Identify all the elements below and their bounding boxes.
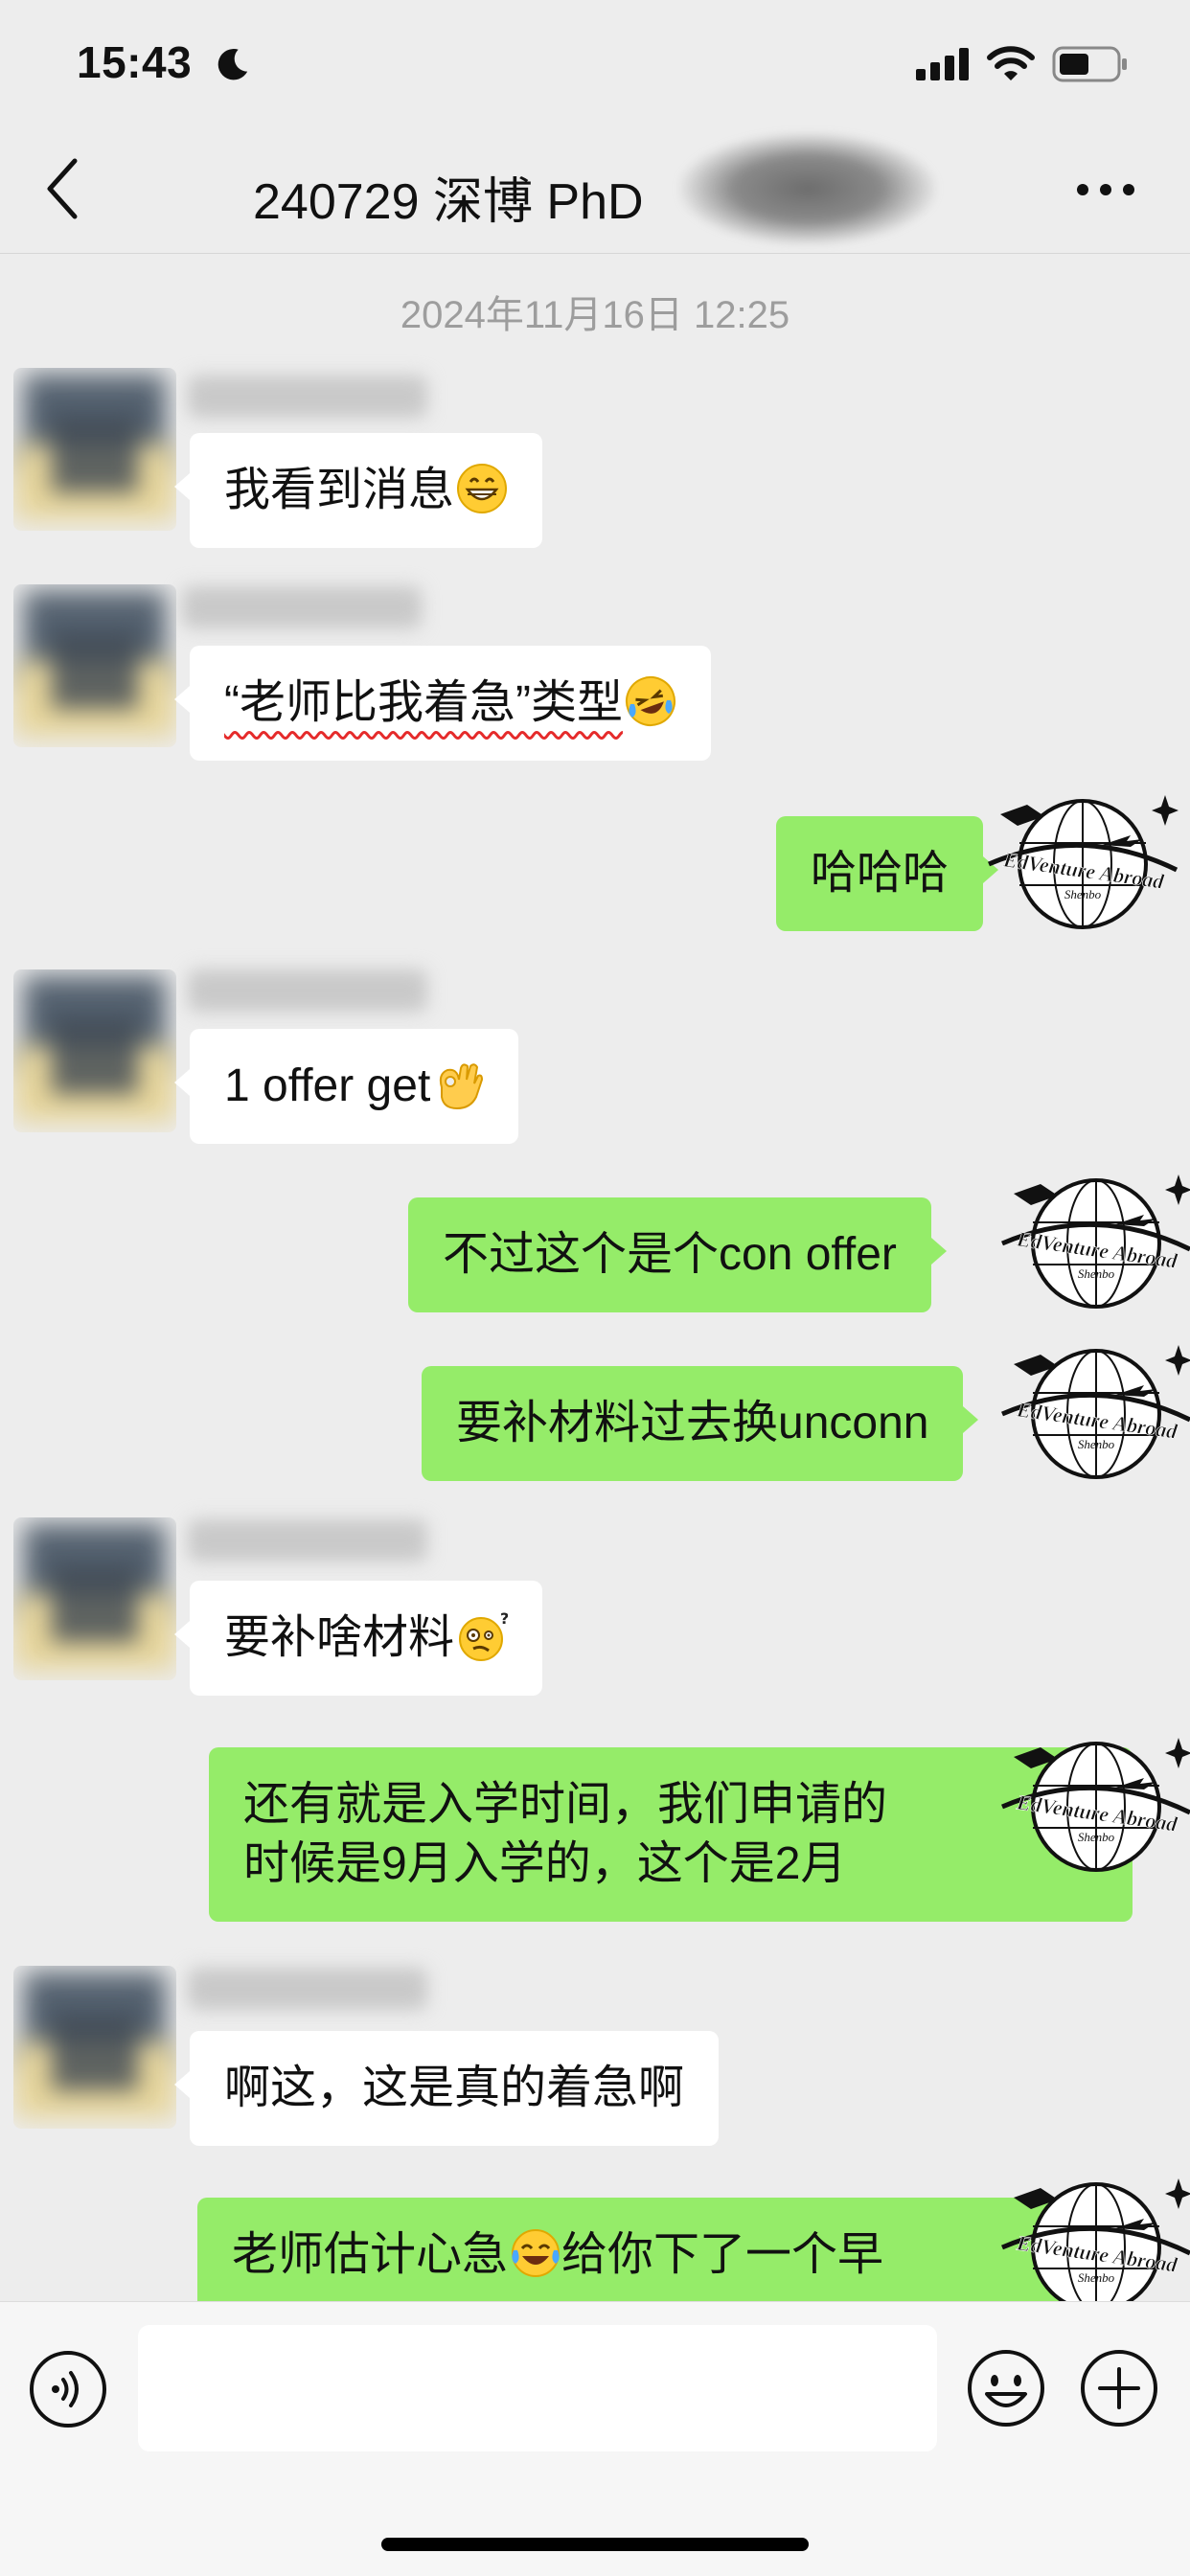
sender-name <box>188 969 427 1012</box>
grinning-face-emoji <box>457 464 508 513</box>
message-bubble[interactable]: 老师估计心急 给你下了一个早 <box>197 2198 1079 2301</box>
ok-hand-emoji <box>440 1063 484 1110</box>
message-text: 还有就是入学时间，我们申请的 <box>243 1779 888 1830</box>
avatar[interactable] <box>13 368 176 531</box>
logo-subtext: Shenbo <box>1078 1266 1115 1281</box>
message-bubble[interactable]: 要补材料过去换unconn <box>422 1366 979 1481</box>
message-text: 给你下了一个早 <box>561 2229 884 2280</box>
avatar[interactable] <box>13 1966 176 2129</box>
edventure-logo-avatar[interactable]: EdVenture Abroad Shenbo <box>1000 2169 1190 2301</box>
logo-subtext: Shenbo <box>1078 1437 1115 1451</box>
message-text: 时候是9月入学的，这个是2月 <box>243 1838 847 1889</box>
status-bar: 15:43 <box>0 0 1190 125</box>
message-text: 1 offer get <box>224 1060 431 1111</box>
message-bubble[interactable]: 1 offer get <box>173 1029 519 1144</box>
crying-laughing-face-emoji <box>625 676 675 726</box>
input-bar <box>0 2301 1190 2576</box>
message-text: 我看到消息 <box>224 465 455 515</box>
logo-subtext: Shenbo <box>1064 887 1102 901</box>
logo-subtext: Shenbo <box>1078 2270 1115 2285</box>
tears-of-joy-emoji <box>512 2229 561 2277</box>
edventure-logo-avatar[interactable]: EdVenture Abroad Shenbo <box>987 786 1179 939</box>
home-indicator <box>381 2538 809 2551</box>
wifi-icon <box>987 46 1035 80</box>
message-bubble[interactable]: 不过这个是个con offer <box>408 1197 947 1312</box>
confused-face-emoji: ? <box>459 1610 508 1661</box>
message-text: 啊这，这是真的着急啊 <box>224 2063 685 2113</box>
message-timestamp: 2024年11月16日 12:25 <box>400 294 790 336</box>
sender-name <box>188 1519 427 1562</box>
svg-text:?: ? <box>500 1610 508 1628</box>
message-text: “老师比我着急”类型 <box>224 677 623 728</box>
title-redaction <box>678 132 937 245</box>
status-time: 15:43 <box>77 37 193 87</box>
message-bubble[interactable]: 要补啥材料 ? <box>173 1581 543 1696</box>
avatar[interactable] <box>13 1517 176 1680</box>
message-text: 哈哈哈 <box>811 848 950 899</box>
avatar[interactable] <box>13 584 176 747</box>
message-bubble[interactable]: 我看到消息 <box>173 433 543 548</box>
plus-icon[interactable] <box>1079 2348 1159 2428</box>
message-input[interactable] <box>138 2325 937 2451</box>
more-icon[interactable] <box>1075 180 1136 199</box>
message-bubble[interactable]: 啊这，这是真的着急啊 <box>173 2031 720 2146</box>
sender-name <box>188 376 427 418</box>
avatar[interactable] <box>13 969 176 1132</box>
message-bubble[interactable]: 还有就是入学时间，我们申请的 时候是9月入学的，这个是2月 <box>209 1747 1148 1922</box>
emoji-icon[interactable] <box>966 2348 1046 2428</box>
edventure-logo-avatar[interactable]: EdVenture Abroad Shenbo <box>1000 1335 1190 1489</box>
message-bubble[interactable]: 哈哈哈 <box>776 816 999 931</box>
logo-subtext: Shenbo <box>1078 1830 1115 1844</box>
chat-title: 240729 深博 PhD <box>253 174 644 230</box>
sender-name <box>182 586 422 628</box>
message-text: 要补材料过去换unconn <box>456 1398 929 1448</box>
chat-header: 240729 深博 PhD <box>0 125 1190 254</box>
message-text: 要补啥材料 <box>224 1612 455 1663</box>
chat-messages[interactable]: 2024年11月16日 12:25 我看到消息 “老师比我着急”类型 哈哈哈 E… <box>0 253 1190 2301</box>
edventure-logo-avatar[interactable]: EdVenture Abroad Shenbo <box>1000 1728 1190 1881</box>
back-icon[interactable] <box>44 157 82 220</box>
message-text: 不过这个是个con offer <box>443 1229 897 1280</box>
message-bubble[interactable]: “老师比我着急”类型 <box>174 646 711 761</box>
sender-name <box>188 1968 427 2010</box>
battery-icon <box>1052 46 1127 82</box>
signal-icon <box>916 48 969 80</box>
message-text: 老师估计心急 <box>232 2229 509 2280</box>
moon-icon <box>217 49 248 80</box>
voice-icon[interactable] <box>29 2350 107 2428</box>
edventure-logo-avatar[interactable]: EdVenture Abroad Shenbo <box>1000 1165 1190 1318</box>
